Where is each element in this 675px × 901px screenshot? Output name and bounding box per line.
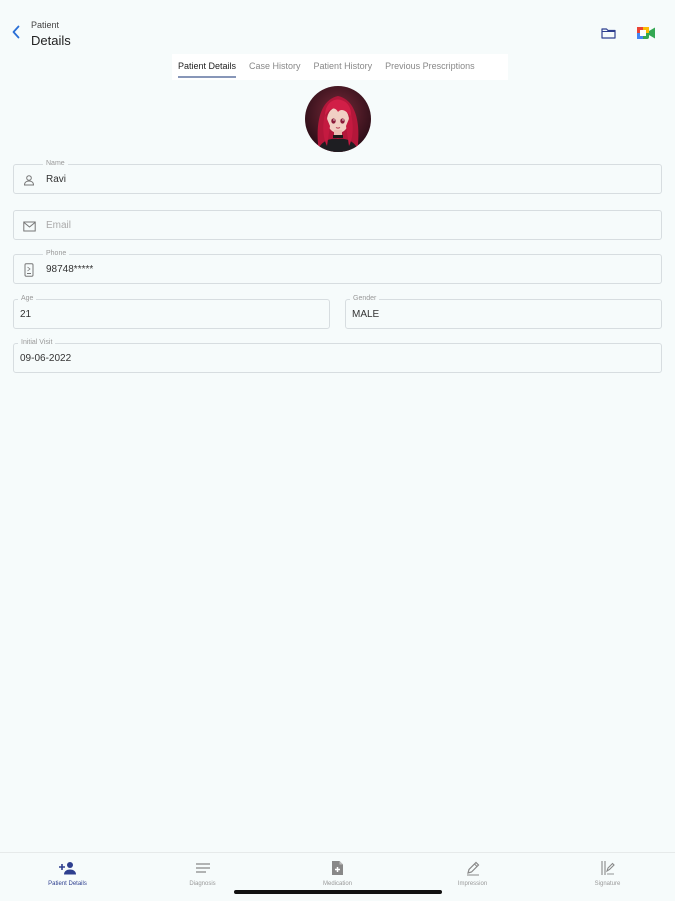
home-indicator[interactable] [234, 890, 442, 894]
person-icon [22, 173, 36, 187]
app-header: Patient Details [0, 0, 675, 52]
phone-value: 98748***** [46, 264, 94, 275]
back-button[interactable] [6, 24, 26, 44]
tab-bar: Patient Details Case History Patient His… [172, 54, 508, 80]
phone-field[interactable]: Phone 98748***** [13, 249, 662, 284]
tab-previous-prescriptions[interactable]: Previous Prescriptions [385, 54, 475, 80]
phone-field-label: Phone [43, 249, 70, 259]
nav-label-signature: Signature [594, 881, 621, 887]
name-field-label: Name [43, 159, 68, 169]
gender-value: MALE [352, 309, 380, 320]
nav-patient-details[interactable]: Patient Details [0, 853, 135, 901]
lines-icon [193, 859, 213, 877]
age-value: 21 [20, 309, 32, 320]
folder-icon [600, 26, 616, 44]
name-field[interactable]: Name Ravi [13, 159, 662, 194]
nav-label-patient-details: Patient Details [48, 881, 87, 887]
gender-field[interactable]: Gender MALE [345, 294, 662, 329]
initial-visit-field[interactable]: Initial Visit 09-06-2022 [13, 338, 662, 373]
video-call-button[interactable] [636, 26, 656, 44]
tab-patient-details[interactable]: Patient Details [178, 54, 237, 80]
person-add-icon [58, 859, 78, 877]
initial-visit-value: 09-06-2022 [20, 353, 72, 364]
video-call-icon [636, 25, 656, 46]
email-placeholder: Email [46, 220, 72, 231]
nav-label-medication: Medication [322, 881, 352, 887]
pen-icon [463, 859, 483, 877]
header-subtitle: Patient [31, 20, 60, 30]
phone-icon [22, 263, 36, 277]
name-value: Ravi [46, 174, 67, 185]
mail-icon [22, 219, 36, 233]
tab-case-history[interactable]: Case History [249, 54, 301, 80]
age-field-label: Age [18, 294, 37, 304]
age-field[interactable]: Age 21 [13, 294, 330, 329]
medical-file-icon [328, 859, 348, 877]
folder-button[interactable] [598, 26, 618, 44]
nav-label-diagnosis: Diagnosis [189, 881, 216, 887]
initial-visit-field-label: Initial Visit [18, 338, 56, 348]
tab-patient-history[interactable]: Patient History [314, 54, 373, 80]
signature-icon [598, 859, 618, 877]
nav-signature[interactable]: Signature [540, 853, 675, 901]
email-field[interactable]: Email [13, 210, 662, 240]
gender-field-label: Gender [350, 294, 380, 304]
page-title: Details [31, 33, 71, 48]
nav-label-impression: Impression [457, 881, 488, 887]
back-chevron-icon [11, 25, 21, 44]
avatar [305, 86, 371, 152]
